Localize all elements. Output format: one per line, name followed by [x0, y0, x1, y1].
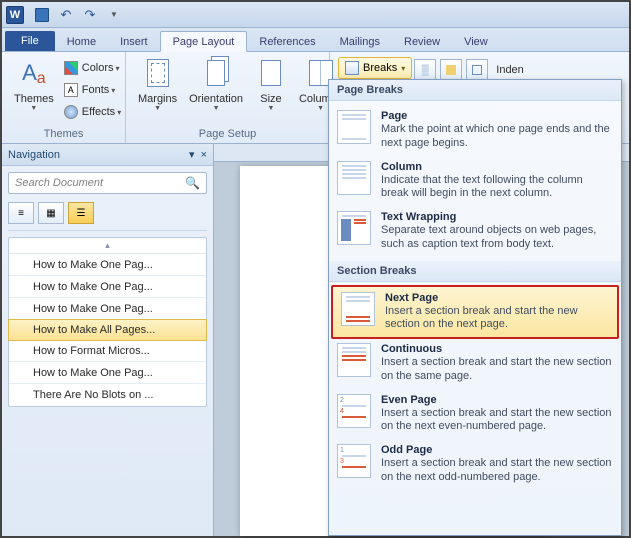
themes-button[interactable]: Aa Themes ▼: [8, 55, 60, 115]
nav-view-toggles: ≡ ▦ ☰: [8, 202, 207, 231]
theme-effects[interactable]: Effects▾: [60, 101, 125, 123]
group-themes: Aa Themes ▼ Colors▾ AFonts▾ Effects▾ The…: [2, 52, 126, 143]
nav-item[interactable]: How to Make One Pag...: [9, 254, 206, 276]
page-borders-button[interactable]: [466, 59, 488, 81]
nav-item[interactable]: There Are No Blots on ...: [9, 384, 206, 406]
nav-item[interactable]: How to Format Micros...: [9, 340, 206, 362]
navigation-list: ▴ How to Make One Pag... How to Make One…: [8, 237, 207, 407]
break-column-icon: [337, 161, 371, 195]
scroll-up[interactable]: ▴: [9, 238, 206, 254]
fonts-icon: A: [64, 83, 78, 97]
tab-home[interactable]: Home: [55, 32, 108, 51]
navigation-header: Navigation ▾ ×: [2, 144, 213, 166]
watermark-icon: ▒: [422, 65, 429, 76]
watermark-button[interactable]: ▒: [414, 59, 436, 81]
headings-icon: ≡: [18, 208, 24, 219]
group-label-page-setup: Page Setup: [132, 126, 323, 143]
ribbon-tabs: File Home Insert Page Layout References …: [2, 28, 629, 52]
section-break-next-page[interactable]: Next PageInsert a section break and star…: [331, 285, 619, 340]
orientation-button[interactable]: Orientation▼: [183, 55, 249, 115]
indent-label: Inden: [496, 64, 524, 76]
pages-icon: ▦: [46, 208, 55, 219]
nav-item-selected[interactable]: How to Make All Pages...: [8, 319, 207, 341]
page-color-icon: [446, 65, 456, 75]
tab-file[interactable]: File: [5, 31, 55, 51]
size-icon: [255, 57, 287, 89]
breaks-icon: [345, 61, 359, 75]
tab-review[interactable]: Review: [392, 32, 452, 51]
group-label-themes: Themes: [8, 126, 119, 143]
section-even-page-icon: 24: [337, 394, 371, 428]
break-page-icon: [337, 110, 371, 144]
nav-item[interactable]: How to Make One Pag...: [9, 276, 206, 298]
nav-view-pages[interactable]: ▦: [38, 202, 64, 224]
undo-icon: ↶: [61, 7, 72, 23]
section-odd-page-icon: 13: [337, 444, 371, 478]
break-column[interactable]: ColumnIndicate that the text following t…: [329, 156, 621, 207]
close-icon[interactable]: ×: [201, 149, 207, 161]
breaks-button[interactable]: Breaks ▾: [338, 57, 412, 79]
save-icon: [35, 8, 49, 22]
margins-icon: [142, 57, 174, 89]
qat-save[interactable]: [30, 4, 54, 26]
section-break-odd-page[interactable]: 13 Odd PageInsert a section break and st…: [329, 439, 621, 490]
effects-icon: [64, 105, 78, 119]
chevron-down-icon: ▾: [401, 64, 405, 73]
theme-colors[interactable]: Colors▾: [60, 57, 125, 79]
section-break-continuous[interactable]: ContinuousInsert a section break and sta…: [329, 338, 621, 389]
tab-insert[interactable]: Insert: [108, 32, 160, 51]
theme-fonts[interactable]: AFonts▾: [60, 79, 125, 101]
qat-redo[interactable]: ↷: [78, 4, 102, 26]
page-borders-icon: [472, 65, 482, 75]
search-placeholder: Search Document: [15, 177, 185, 189]
redo-icon: ↷: [85, 7, 96, 23]
section-break-even-page[interactable]: 24 Even PageInsert a section break and s…: [329, 389, 621, 440]
qat-customize[interactable]: ▼: [102, 4, 126, 26]
themes-icon: Aa: [18, 57, 50, 89]
nav-item[interactable]: How to Make One Pag...: [9, 362, 206, 384]
quick-access-toolbar: W ↶ ↷ ▼: [2, 2, 629, 28]
chevron-down-icon: ▼: [30, 105, 37, 113]
section-continuous-icon: [337, 343, 371, 377]
colors-icon: [64, 61, 78, 75]
size-button[interactable]: Size▼: [249, 55, 293, 115]
orientation-icon: [200, 57, 232, 89]
chevron-down-icon: ▼: [110, 10, 118, 19]
nav-item[interactable]: How to Make One Pag...: [9, 298, 206, 320]
section-next-page-icon: [341, 292, 375, 326]
section-header-page-breaks: Page Breaks: [329, 80, 621, 101]
group-page-setup: Margins▼ Orientation▼ Size▼ Columns▼ Pag…: [126, 52, 330, 143]
tab-view[interactable]: View: [452, 32, 500, 51]
results-icon: ☰: [77, 208, 86, 219]
breaks-dropdown: Page Breaks PageMark the point at which …: [328, 79, 622, 536]
margins-button[interactable]: Margins▼: [132, 55, 183, 115]
section-header-section-breaks: Section Breaks: [329, 261, 621, 282]
tab-references[interactable]: References: [247, 32, 327, 51]
search-icon[interactable]: 🔍: [185, 176, 200, 190]
qat-undo[interactable]: ↶: [54, 4, 78, 26]
search-input[interactable]: Search Document 🔍: [8, 172, 207, 194]
break-page[interactable]: PageMark the point at which one page end…: [329, 105, 621, 156]
tab-page-layout[interactable]: Page Layout: [160, 31, 248, 52]
break-text-wrapping-icon: [337, 211, 371, 245]
word-app-icon: W: [6, 6, 24, 24]
nav-view-headings[interactable]: ≡: [8, 202, 34, 224]
navigation-pane: Navigation ▾ × Search Document 🔍 ≡ ▦ ☰ ▴…: [2, 144, 214, 536]
tab-mailings[interactable]: Mailings: [328, 32, 392, 51]
pin-icon[interactable]: ▾: [189, 148, 195, 161]
nav-view-results[interactable]: ☰: [68, 202, 94, 224]
page-color-button[interactable]: [440, 59, 462, 81]
break-text-wrapping[interactable]: Text WrappingSeparate text around object…: [329, 206, 621, 257]
